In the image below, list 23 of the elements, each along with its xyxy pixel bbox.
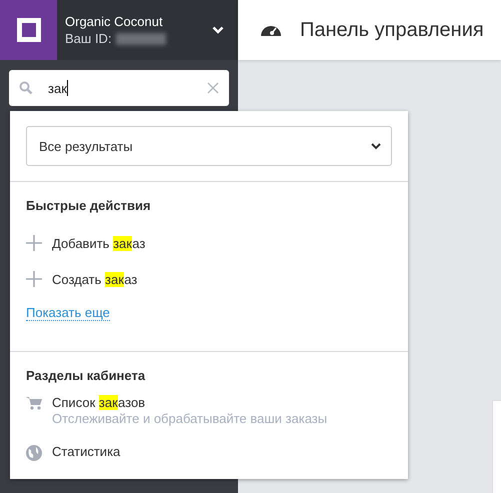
- chevron-down-icon[interactable]: [212, 26, 224, 34]
- globe-icon: [26, 445, 42, 461]
- plus-icon: [26, 235, 42, 251]
- quick-action-link[interactable]: Создать заказ: [52, 272, 138, 286]
- plus-icon: [26, 271, 42, 287]
- section-link[interactable]: Список заказов: [52, 395, 328, 410]
- blurred-id: [116, 32, 166, 44]
- page-title: Панель управления: [300, 18, 484, 42]
- account-id-label: Ваш ID:: [65, 31, 112, 46]
- gauge-icon: [260, 23, 282, 37]
- show-more-link[interactable]: Показать еще: [26, 305, 110, 321]
- filter-select[interactable]: Все результаты: [26, 126, 392, 166]
- logo-tile[interactable]: [0, 0, 57, 60]
- chevron-down-icon: [371, 142, 381, 150]
- section-heading: Быстрые действия: [26, 198, 152, 213]
- section-link[interactable]: Статистика: [52, 444, 120, 459]
- section-heading: Разделы кабинета: [26, 368, 146, 383]
- account-name: Organic Coconut: [65, 14, 164, 29]
- cart-icon: [26, 396, 42, 410]
- section-description: Отслеживайте и обрабатывайте ваши заказы: [52, 411, 328, 426]
- search-field[interactable]: зак: [9, 70, 229, 106]
- search-icon: [19, 81, 33, 95]
- quick-action-link[interactable]: Добавить заказ: [52, 236, 146, 250]
